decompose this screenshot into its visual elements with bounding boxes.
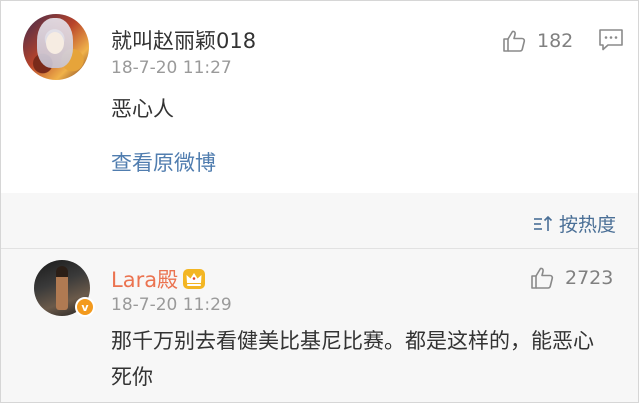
verified-badge: v bbox=[75, 297, 95, 317]
comment-text: 恶心人 bbox=[111, 97, 174, 121]
sort-by-hot-button[interactable]: 按热度 bbox=[533, 210, 616, 237]
like-button[interactable]: 2723 bbox=[529, 265, 613, 291]
user-name[interactable]: Lara殿 bbox=[111, 264, 178, 294]
view-original-post-link[interactable]: 查看原微博 bbox=[111, 147, 216, 177]
top-comment: 就叫赵丽颖018 18-7-20 11:27 恶心人 查看原微博 182 bbox=[1, 1, 638, 193]
reply-user-name-row: Lara殿 bbox=[111, 264, 206, 294]
timestamp: 18-7-20 11:29 bbox=[111, 295, 232, 315]
crown-icon bbox=[183, 269, 206, 289]
thumbs-up-icon bbox=[503, 30, 526, 52]
like-count: 2723 bbox=[565, 267, 614, 289]
thumbs-up-icon bbox=[531, 267, 554, 289]
reply-button[interactable] bbox=[598, 28, 624, 52]
sort-icon bbox=[533, 215, 553, 231]
divider bbox=[1, 248, 638, 249]
like-count: 182 bbox=[537, 30, 574, 52]
timestamp: 18-7-20 11:27 bbox=[111, 58, 232, 78]
avatar[interactable] bbox=[23, 14, 89, 80]
sort-label: 按热度 bbox=[558, 214, 616, 236]
comment-thread: 就叫赵丽颖018 18-7-20 11:27 恶心人 查看原微博 182 按热度… bbox=[0, 0, 639, 403]
like-button[interactable]: 182 bbox=[501, 28, 573, 54]
reply-text: 那千万别去看健美比基尼比赛。都是这样的，能恶心死你 bbox=[111, 329, 594, 389]
user-name[interactable]: 就叫赵丽颖018 bbox=[111, 25, 256, 55]
comment-icon bbox=[599, 29, 623, 51]
